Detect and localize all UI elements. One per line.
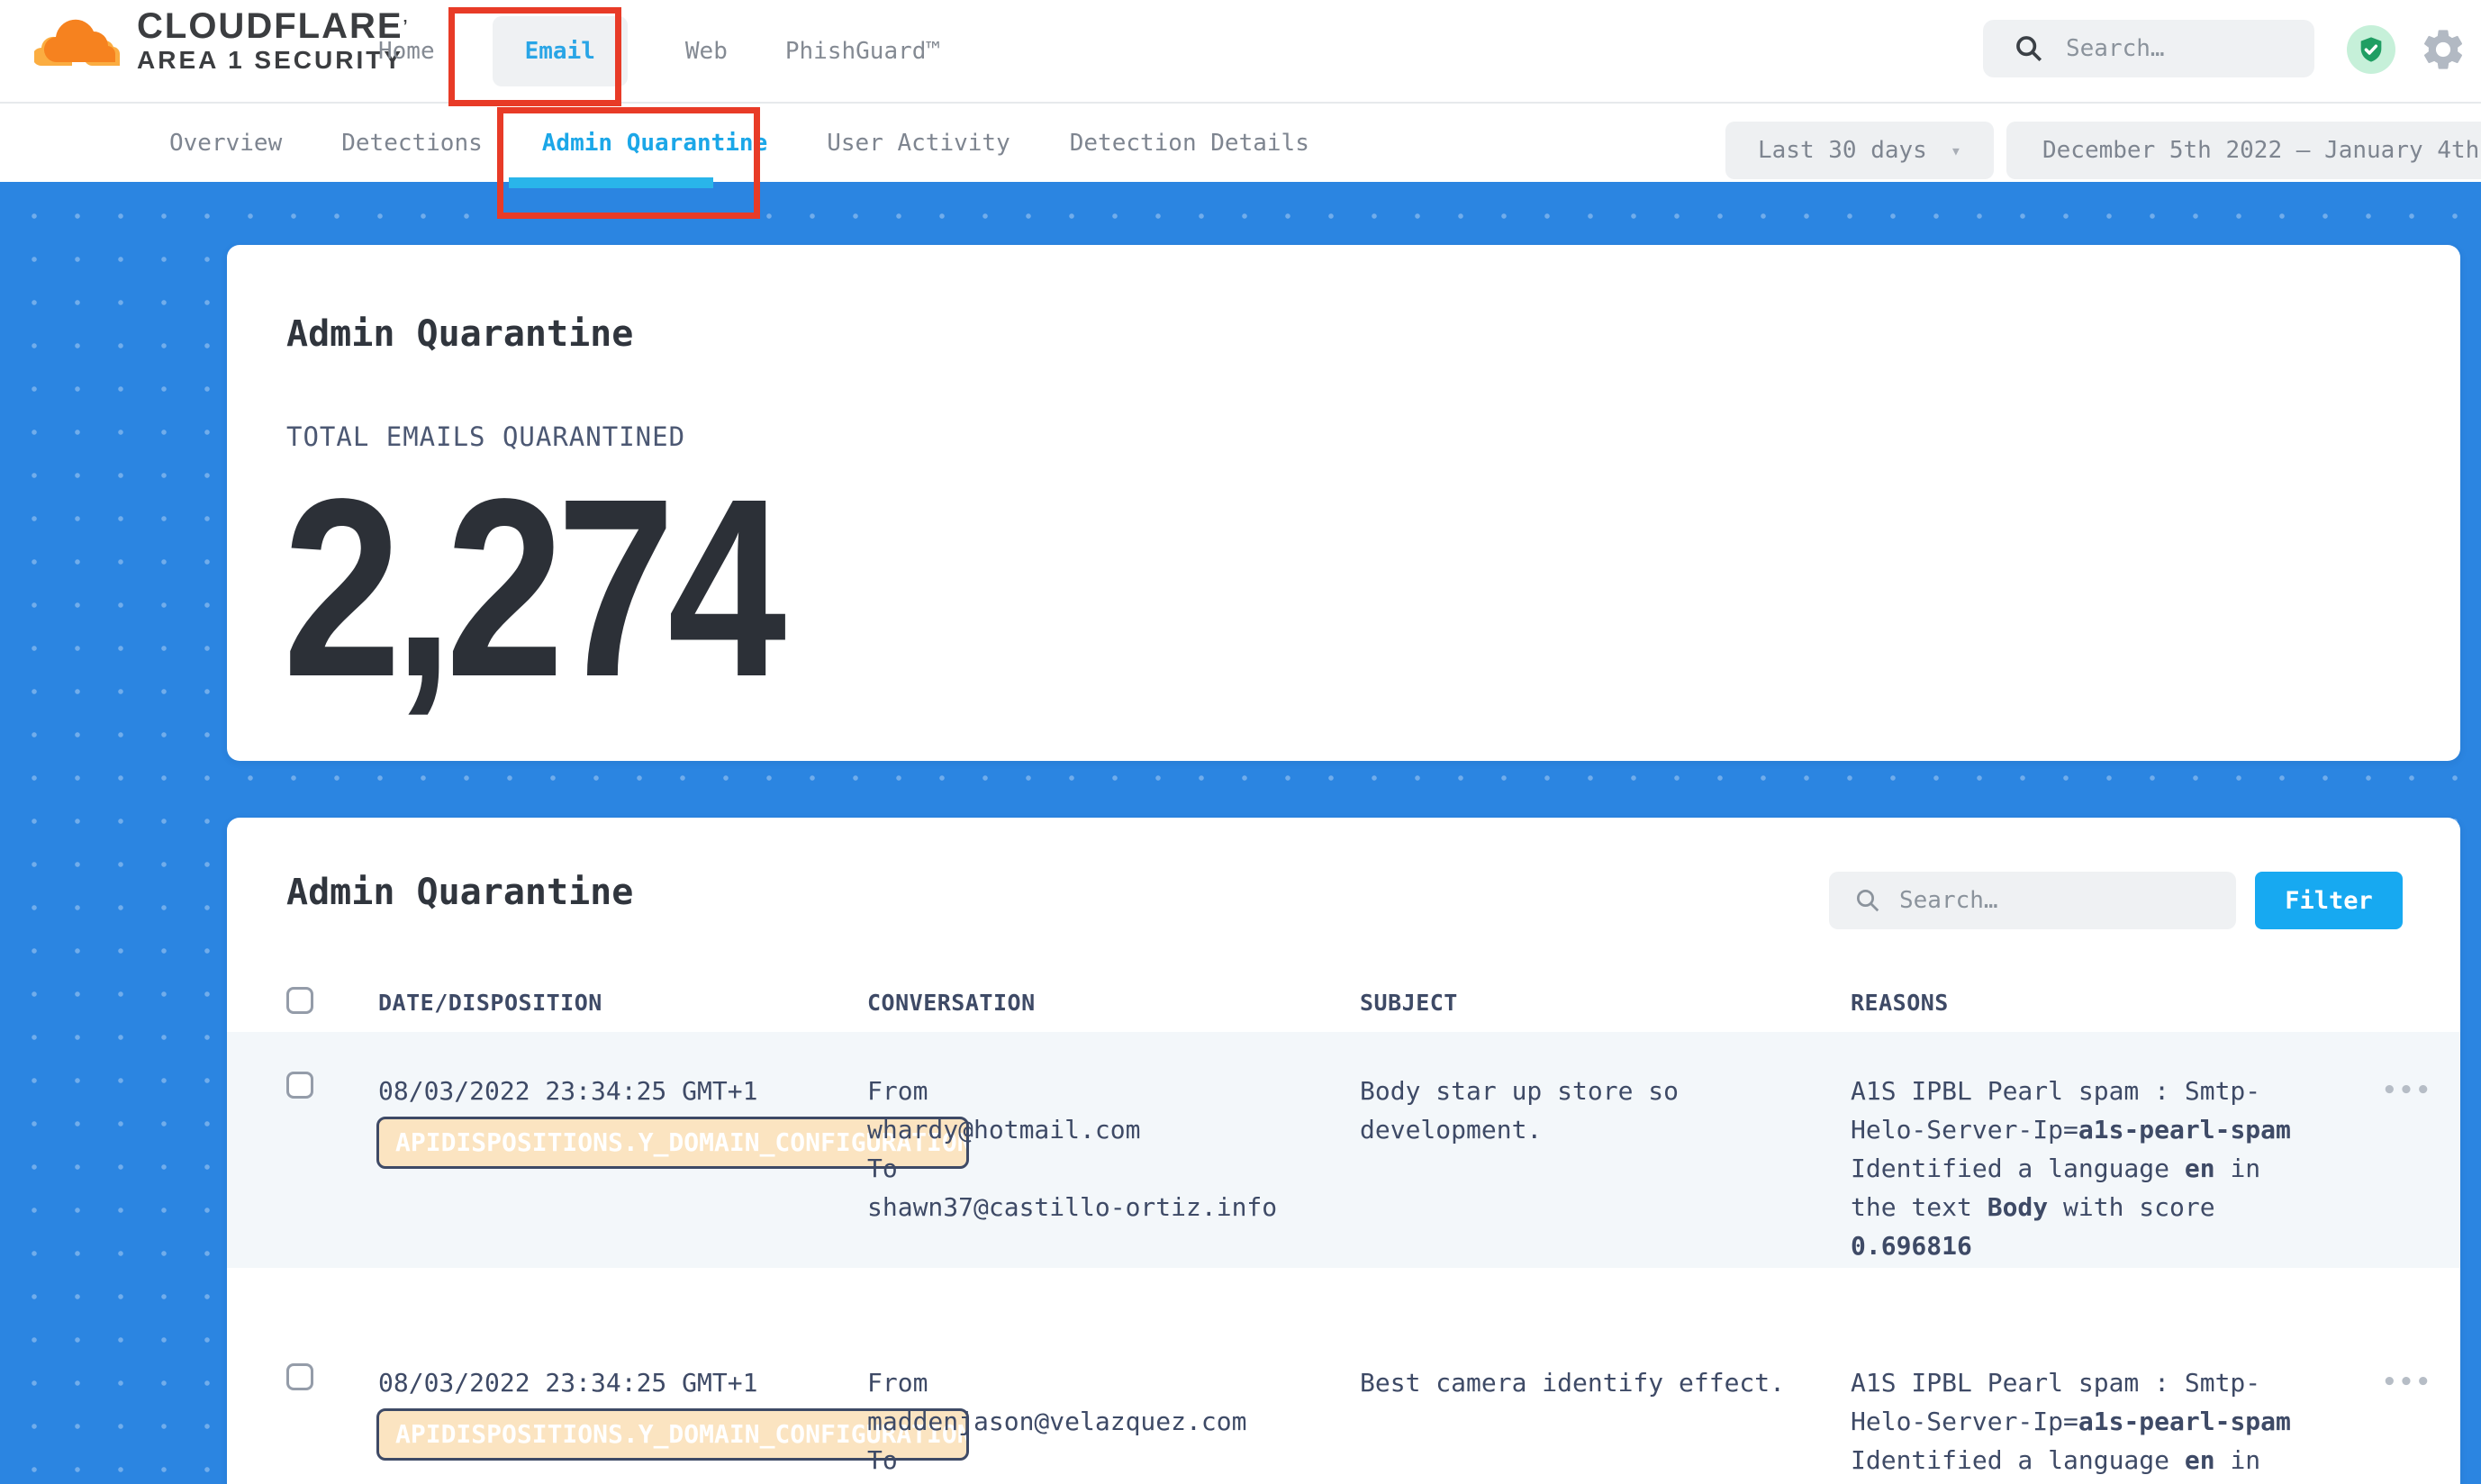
cell-subject: Body star up store sodevelopment. <box>1360 1072 1851 1268</box>
top-nav: Home Email Web PhishGuard™ <box>378 0 940 102</box>
search-icon <box>1854 887 1881 914</box>
global-search-input[interactable] <box>2064 34 2284 63</box>
cell-subject: Best camera identify effect. <box>1360 1363 1851 1484</box>
col-date-disposition: DATE/DISPOSITION <box>378 990 867 1016</box>
tab-detection-details[interactable]: Detection Details <box>1070 130 1309 157</box>
summary-card-title: Admin Quarantine <box>286 313 633 355</box>
top-header: CLOUDFLARE’ AREA 1 SECURITY Home Email W… <box>0 0 2481 104</box>
date-range-display[interactable]: December 5th 2022 — January 4th 2023 <box>2006 122 2481 179</box>
shield-check-icon <box>2357 35 2386 64</box>
filter-button[interactable]: Filter <box>2255 872 2403 929</box>
active-tab-underline <box>509 177 713 188</box>
total-quarantined-value: 2,274 <box>283 461 779 715</box>
cell-conversation: Fromwhardy@hotmail.comToshawn37@castillo… <box>867 1072 1360 1268</box>
time-range-dropdown[interactable]: Last 30 days ▾ <box>1725 122 1994 179</box>
page: CLOUDFLARE’ AREA 1 SECURITY Home Email W… <box>0 0 2481 1484</box>
cloudflare-cloud-icon <box>34 9 124 74</box>
search-icon <box>2014 33 2044 64</box>
chevron-down-icon: ▾ <box>1951 140 1961 161</box>
table-search-input[interactable] <box>1897 886 2171 915</box>
select-all-checkbox[interactable] <box>286 987 313 1014</box>
tab-overview[interactable]: Overview <box>169 130 282 157</box>
cell-reasons: A1S IPBL Pearl spam : Smtp-Helo-Server-I… <box>1851 1072 2355 1268</box>
row-checkbox[interactable] <box>286 1072 313 1099</box>
top-nav-phishguard[interactable]: PhishGuard™ <box>785 38 940 65</box>
top-nav-web[interactable]: Web <box>685 38 728 65</box>
table-row[interactable]: 08/03/2022 23:34:25 GMT+1 Frommaddenjaso… <box>227 1315 2460 1484</box>
tab-user-activity[interactable]: User Activity <box>827 130 1010 157</box>
email-sub-nav: Overview Detections Admin Quarantine Use… <box>0 104 2481 182</box>
top-nav-email[interactable]: Email <box>493 16 628 86</box>
col-subject: SUBJECT <box>1360 990 1851 1016</box>
cell-conversation: Frommaddenjason@velazquez.comTobradleyro… <box>867 1363 1360 1484</box>
row-actions-icon[interactable]: ••• <box>2383 1072 2433 1268</box>
table-header-row: DATE/DISPOSITION CONVERSATION SUBJECT RE… <box>227 973 2460 1032</box>
top-nav-home[interactable]: Home <box>378 38 435 65</box>
cell-reasons: A1S IPBL Pearl spam : Smtp-Helo-Server-I… <box>1851 1363 2355 1484</box>
col-conversation: CONVERSATION <box>867 990 1360 1016</box>
settings-gear-icon[interactable] <box>2419 25 2467 74</box>
row-checkbox[interactable] <box>286 1363 313 1390</box>
table-row[interactable]: 08/03/2022 23:34:25 GMT+1 Fromwhardy@hot… <box>227 1032 2460 1268</box>
time-range-label: Last 30 days <box>1758 137 1927 164</box>
table-card-title: Admin Quarantine <box>286 872 633 913</box>
summary-card: Admin Quarantine TOTAL EMAILS QUARANTINE… <box>227 245 2460 761</box>
cell-date: 08/03/2022 23:34:25 GMT+1 <box>378 1072 867 1268</box>
row-actions-icon[interactable]: ••• <box>2383 1363 2433 1484</box>
logo-text-line1: CLOUDFLARE’ <box>137 7 410 45</box>
quarantine-table-card: Admin Quarantine Filter DATE/DISPOSITION… <box>227 818 2460 1484</box>
sub-nav-tabs: Overview Detections Admin Quarantine Use… <box>169 104 1309 182</box>
tab-admin-quarantine[interactable]: Admin Quarantine <box>542 130 767 157</box>
col-reasons: REASONS <box>1851 990 2355 1016</box>
tab-detections[interactable]: Detections <box>341 130 483 157</box>
table-search <box>1829 872 2236 929</box>
protection-status-badge[interactable] <box>2347 25 2395 74</box>
logo-text-line2: AREA 1 SECURITY <box>137 45 410 76</box>
cloudflare-logo[interactable]: CLOUDFLARE’ AREA 1 SECURITY <box>34 7 410 76</box>
date-range-text: December 5th 2022 — January 4th 2023 <box>2042 137 2481 164</box>
global-search <box>1983 20 2314 77</box>
